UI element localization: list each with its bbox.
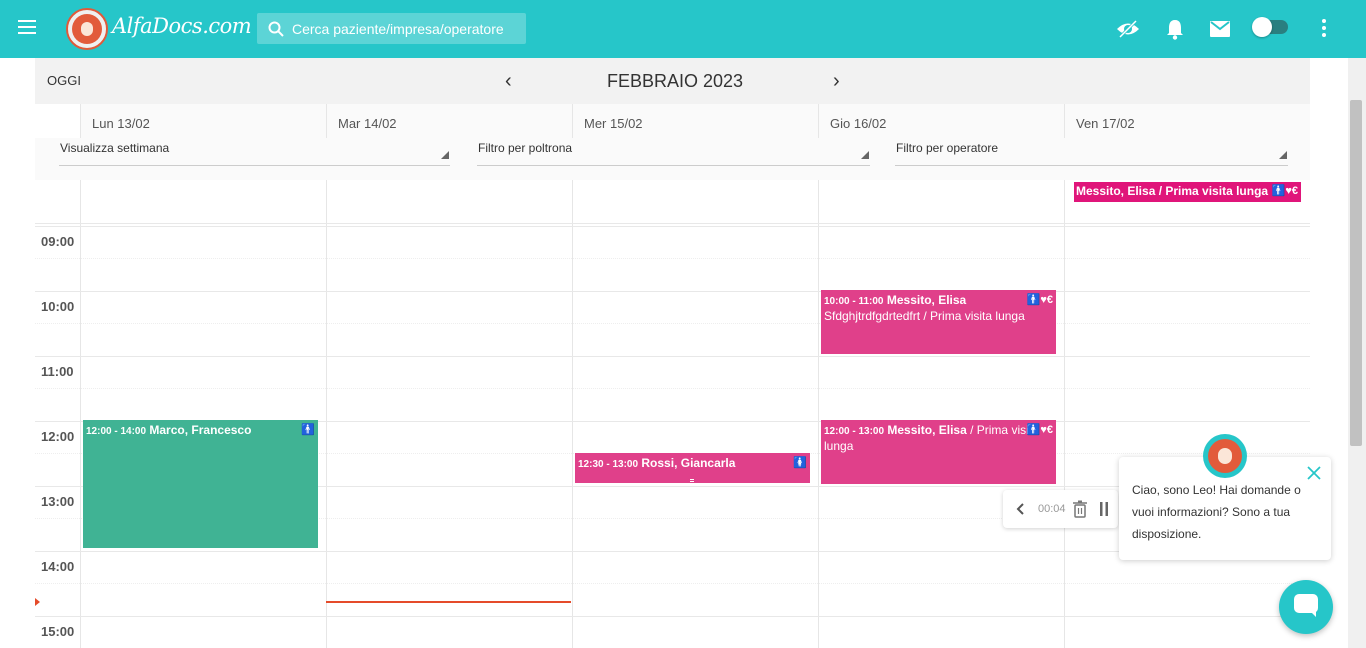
day-header-wed[interactable]: Mer 15/02 [572,104,818,138]
half-hour-line [35,258,1310,259]
month-title: FEBBRAIO 2023 [606,71,744,91]
column-divider [572,180,573,648]
hour-line [35,291,1310,292]
next-month-button[interactable]: › [833,70,840,93]
current-time-line [326,601,571,603]
event-card[interactable]: 12:30 - 13:00 Rossi, Giancarla 🚺 [575,453,810,483]
more-icon[interactable] [1322,19,1326,40]
eye-off-icon[interactable] [1116,19,1140,39]
event-patient: Messito, Elisa [887,423,967,437]
hour-label: 12:00 [41,429,75,444]
search-icon [268,21,284,37]
patient-icons: 🚹♥€ [1271,185,1298,197]
allday-event[interactable]: Messito, Elisa / Prima visita lunga 🚹♥€ [1074,182,1301,202]
operator-filter-label: Filtro per operatore [896,141,999,155]
column-divider [326,180,327,648]
calendar-nav: OGGI ‹ FEBBRAIO 2023 › [35,58,1310,104]
hour-label: 10:00 [41,299,75,314]
event-card[interactable]: 10:00 - 11:00 Messito, Elisa Sfdghjtrdfgd… [821,290,1056,354]
half-hour-line [35,388,1310,389]
half-hour-line [35,323,1310,324]
pause-icon[interactable] [1099,502,1108,516]
mail-icon[interactable] [1210,21,1230,37]
event-time: 10:00 - 11:00 [824,296,884,307]
column-divider [818,180,819,648]
event-time: 12:00 - 13:00 [824,426,885,437]
top-bar: AlfaDocs.com [0,0,1366,58]
bell-icon[interactable] [1165,18,1185,40]
hour-label: 11:00 [41,364,74,379]
today-button[interactable]: OGGI [47,73,81,88]
event-patient: Rossi, Giancarla [641,456,736,470]
filters-bar: Visualizza settimana Filtro per poltrona… [35,138,1310,180]
patient-icons: 🚹 [301,424,315,436]
brand-name[interactable]: AlfaDocs.com [112,14,252,38]
allday-divider [35,223,1310,224]
half-hour-line [35,583,1310,584]
current-time-marker [35,598,40,606]
dropdown-arrow-icon [441,151,449,159]
recording-time: 00:04 [1038,503,1066,515]
event-card[interactable]: 12:00 - 13:00 Messito, Elisa / Prima vis… [821,420,1056,484]
event-card[interactable]: 12:00 - 14:00 Marco, Francesco 🚹 [83,420,318,548]
patient-icons: 🚹♥€ [1026,424,1053,436]
hour-line [35,356,1310,357]
recorder-widget: 00:04 [1003,490,1118,528]
chat-message: Ciao, sono Leo! Hai domande o vuoi infor… [1132,483,1301,541]
dropdown-arrow-icon [1279,151,1287,159]
dropdown-arrow-icon [861,151,869,159]
chat-avatar [1203,434,1247,478]
search-input[interactable] [292,20,517,37]
day-header-thu[interactable]: Gio 16/02 [818,104,1064,138]
day-header-tue[interactable]: Mar 14/02 [326,104,572,138]
chair-filter-label: Filtro per poltrona [478,141,573,155]
hour-label: 09:00 [41,234,75,249]
close-icon[interactable] [1307,466,1321,480]
hour-label: 15:00 [41,624,75,639]
chevron-left-icon[interactable] [1016,503,1024,515]
view-select-label: Visualizza settimana [60,141,170,155]
column-divider [80,180,81,648]
patient-icons: 🚺 [793,457,807,469]
resize-handle[interactable] [690,479,694,482]
event-detail: Sfdghjtrdfgdrtedfrt / Prima visita lunga [824,309,1025,323]
event-title: Messito, Elisa / Prima visita lunga [1076,184,1269,198]
calendar-main: OGGI ‹ FEBBRAIO 2023 › Lun 13/02 Mar 14/… [35,58,1310,648]
scrollbar-thumb[interactable] [1350,100,1362,446]
hour-line [35,616,1310,617]
event-patient: Messito, Elisa [886,293,967,307]
column-divider [1064,180,1065,648]
hour-label: 14:00 [41,559,75,574]
view-select[interactable]: Visualizza settimana [59,140,450,166]
event-time: 12:00 - 14:00 [86,426,147,437]
day-header-fri[interactable]: Ven 17/02 [1064,104,1310,138]
operator-filter-select[interactable]: Filtro per operatore [895,140,1288,166]
logo-icon[interactable] [66,8,108,50]
event-patient: Marco, Francesco [149,423,252,437]
hour-line [35,226,1310,227]
search-box[interactable] [257,13,526,44]
event-time: 12:30 - 13:00 [578,459,639,470]
toggle-switch[interactable] [1252,17,1288,37]
hour-label: 13:00 [41,494,75,509]
trash-icon[interactable] [1072,500,1088,518]
day-header-mon[interactable]: Lun 13/02 [80,104,326,138]
patient-icons: 🚹♥€ [1026,294,1053,306]
chat-button[interactable] [1279,580,1333,634]
time-grid: 09:00 10:00 11:00 12:00 13:00 14:00 15:0… [35,180,1310,648]
chair-filter-select[interactable]: Filtro per poltrona [477,140,870,166]
menu-icon[interactable] [18,20,36,34]
prev-month-button[interactable]: ‹ [505,70,512,93]
